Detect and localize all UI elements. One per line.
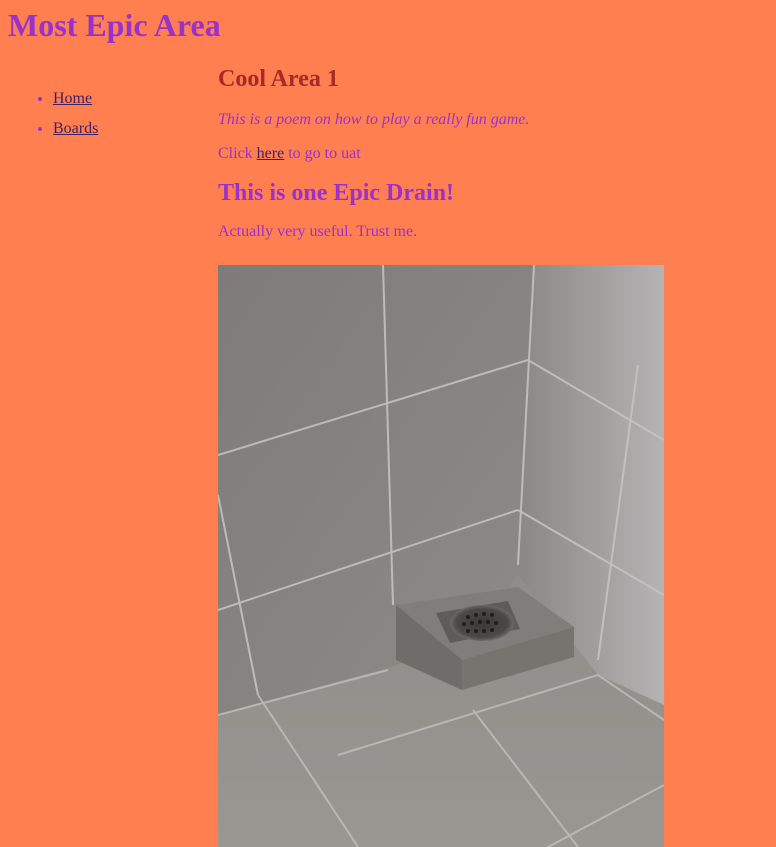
here-link[interactable]: here [257,145,285,162]
site-title: Most Epic Area [8,7,221,43]
nav-item-boards: Boards [53,118,98,140]
click-prefix: Click [218,145,257,162]
page: Most Epic Area Home Boards Cool Area 1 T… [0,0,776,847]
nav-item-home: Home [53,88,98,110]
nav-list: Home Boards [13,88,98,148]
main-content: Cool Area 1 This is a poem on how to pla… [218,64,758,242]
nav-link-home[interactable]: Home [53,90,92,107]
click-suffix: to go to uat [284,145,361,162]
drain-title: This is one Epic Drain! [218,180,455,206]
drain-photo [218,265,664,847]
drain-photo-image [218,265,664,847]
poem-text: This is a poem on how to play a really f… [218,111,530,128]
area-title: Cool Area 1 [218,66,339,92]
drain-description: Actually very useful. Trust me. [218,223,418,240]
click-line: Click here to go to uat [218,144,758,164]
nav-link-boards[interactable]: Boards [53,120,98,137]
